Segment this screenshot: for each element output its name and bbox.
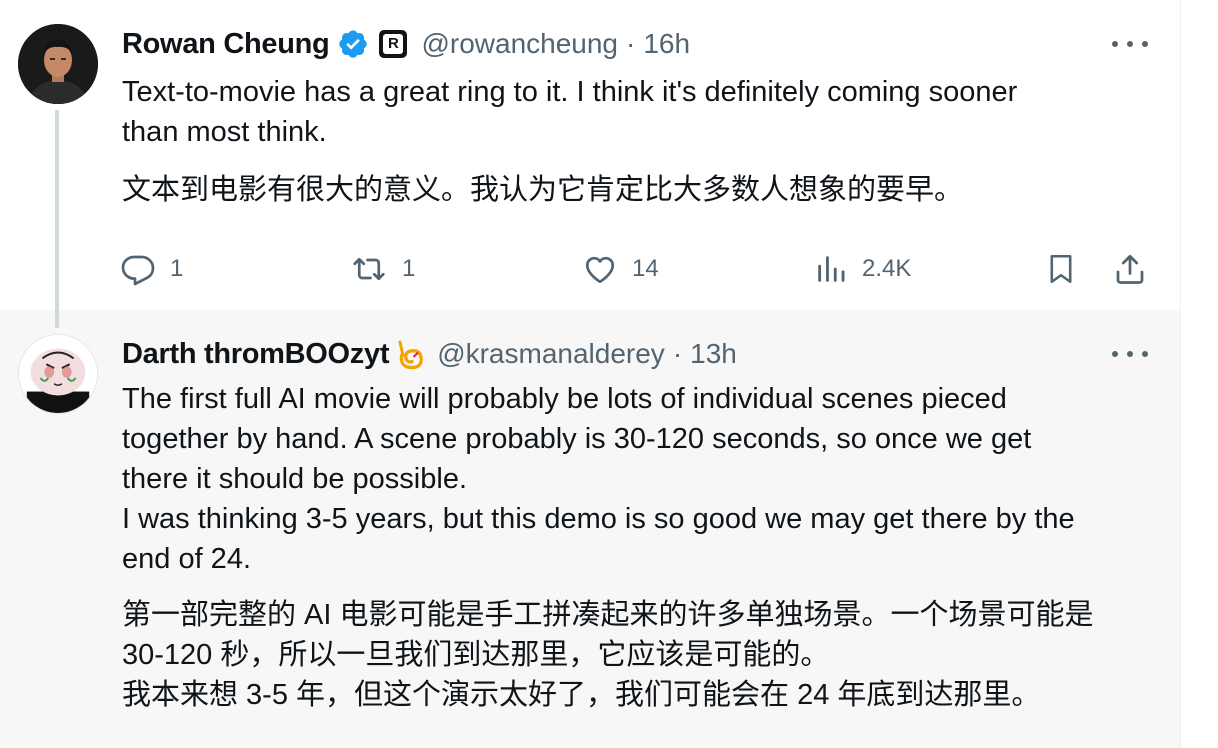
avatar-portrait-icon xyxy=(18,24,98,104)
repost-count: 1 xyxy=(402,255,416,282)
like-icon xyxy=(585,256,615,284)
repost-button[interactable]: 1 xyxy=(350,246,415,292)
reply-icon xyxy=(121,255,155,286)
tweet-1-action-bar: 1 1 14 2.4K xyxy=(0,246,1180,292)
timestamp[interactable]: 16h xyxy=(643,28,690,60)
verified-badge-icon[interactable] xyxy=(337,28,369,60)
translation-line: 文本到电影有很大的意义。我认为它肯定比大多数人想象的要早。 xyxy=(122,174,964,206)
column-divider xyxy=(1180,0,1181,748)
author-handle[interactable]: @rowancheung xyxy=(421,28,618,60)
avatar-character-icon xyxy=(19,335,97,413)
like-button[interactable]: 14 xyxy=(582,246,659,292)
tweet-text-line: than most think. xyxy=(122,116,327,148)
more-icon[interactable] xyxy=(1112,34,1148,54)
tweet-text-line: Text-to-movie has a great ring to it. I … xyxy=(122,76,1018,108)
tweet-1-translation: 文本到电影有很大的意义。我认为它肯定比大多数人想象的要早。 xyxy=(122,170,1162,210)
author-name[interactable]: Rowan Cheung xyxy=(122,28,330,61)
translation-line: 我本来想 3-5 年，但这个演示太好了，我们可能会在 24 年底到达那里。 xyxy=(122,679,1041,711)
timestamp[interactable]: 13h xyxy=(690,338,737,370)
tweet-text-line: together by hand. A scene probably is 30… xyxy=(122,423,1032,455)
avatar-darth-thromboozyt[interactable] xyxy=(18,334,98,414)
separator: · xyxy=(672,338,683,369)
bookmark-icon xyxy=(1050,254,1072,284)
thread-connector-line xyxy=(55,110,59,328)
author-handle[interactable]: @krasmanalderey xyxy=(437,338,665,370)
share-button[interactable] xyxy=(1112,246,1148,292)
affiliation-badge-icon[interactable]: R xyxy=(379,30,408,58)
author-name[interactable]: Darth thromBOOzyt xyxy=(122,338,389,371)
separator: · xyxy=(626,28,636,59)
tweet-text-line: end of 24. xyxy=(122,543,251,575)
reply-button[interactable]: 1 xyxy=(120,246,183,292)
tweet-2-translation: 第一部完整的 AI 电影可能是手工拼凑起来的许多单独场景。一个场景可能是 30-… xyxy=(122,595,1162,715)
more-icon[interactable] xyxy=(1112,344,1148,364)
repost-icon xyxy=(353,257,385,281)
views-count: 2.4K xyxy=(862,255,912,282)
translation-line: 30-120 秒，所以一旦我们到达那里，它应该是可能的。 xyxy=(122,639,830,671)
tweet-text-line: there it should be possible. xyxy=(122,463,467,495)
tweet-text-line: The first full AI movie will probably be… xyxy=(122,383,1007,415)
like-count: 14 xyxy=(632,255,659,282)
reply-count: 1 xyxy=(170,255,184,282)
bookmark-button[interactable] xyxy=(1044,246,1078,292)
avatar-rowan-cheung[interactable] xyxy=(18,24,98,104)
share-icon xyxy=(1116,254,1144,284)
views-button[interactable]: 2.4K xyxy=(814,246,911,292)
translation-line: 第一部完整的 AI 电影可能是手工拼凑起来的许多单独场景。一个场景可能是 xyxy=(122,599,1094,631)
tweet-1-text: Text-to-movie has a great ring to it. I … xyxy=(122,72,1162,152)
tweet-1-header: Rowan Cheung R @rowancheung · 16h xyxy=(122,24,690,64)
emoji-badge-icon xyxy=(391,336,427,372)
tweet-text-line: I was thinking 3-5 years, but this demo … xyxy=(122,503,1075,535)
tweet-2-header: Darth thromBOOzyt @krasmanalderey · 13h xyxy=(122,334,737,374)
views-icon xyxy=(818,256,845,282)
tweet-2-text: The first full AI movie will probably be… xyxy=(122,379,1162,579)
